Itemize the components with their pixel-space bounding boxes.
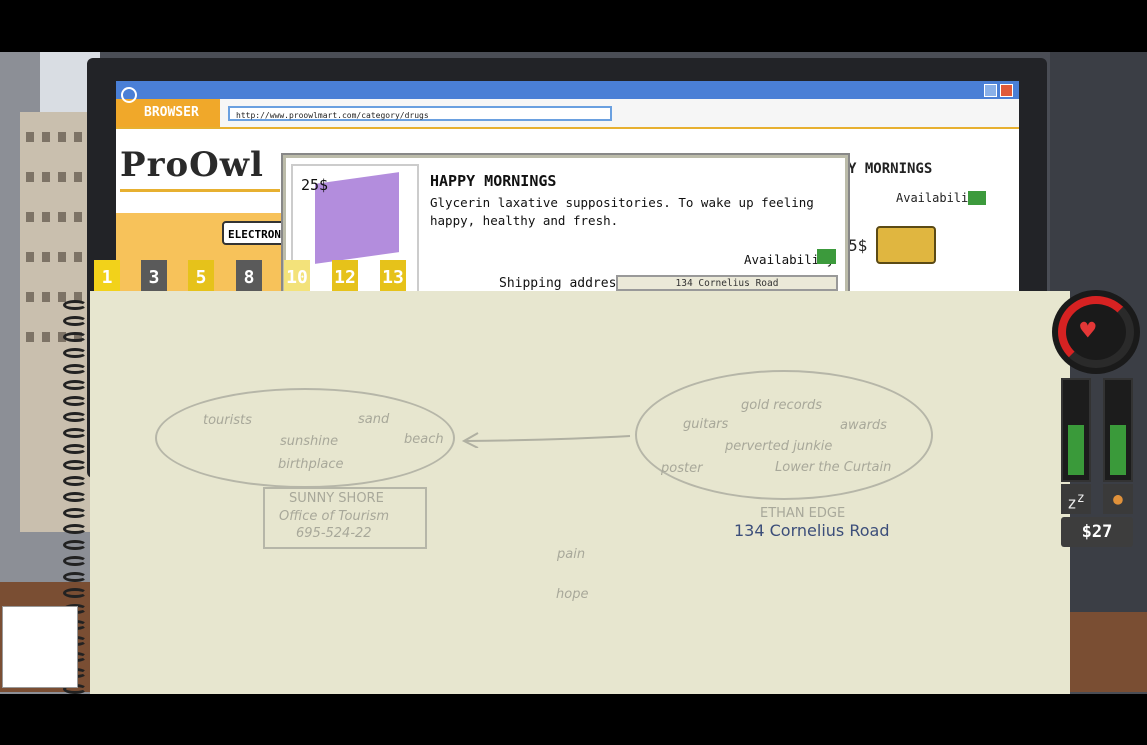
health-meter: ♥	[1052, 290, 1140, 374]
spiral-ring	[63, 412, 87, 422]
notebook-page	[90, 291, 1070, 694]
spiral-ring	[63, 588, 87, 598]
health-arc	[1058, 296, 1134, 368]
availability-icon	[817, 249, 836, 264]
person-name[interactable]: ETHAN EDGE	[760, 506, 845, 521]
shipping-address-field[interactable]: 134 Cornelius Road	[616, 275, 838, 291]
sleep-bar-fill	[1068, 425, 1084, 475]
spiral-ring	[63, 572, 87, 582]
stamp-logo	[2, 606, 78, 688]
zzz-icon: zz	[1061, 484, 1091, 514]
note-word[interactable]: beach	[404, 432, 444, 447]
spiral-ring	[63, 332, 87, 342]
spiral-ring	[63, 444, 87, 454]
spiral-ring	[63, 364, 87, 374]
bg-product-title: Y MORNINGS	[848, 161, 933, 177]
product-price: 25$	[301, 176, 329, 194]
spiral-ring	[63, 348, 87, 358]
memory-bubble-right	[635, 370, 933, 500]
spiral-ring	[63, 540, 87, 550]
person-address[interactable]: 134 Cornelius Road	[734, 521, 889, 540]
note-word[interactable]: birthplace	[278, 457, 344, 472]
heart-icon: ♥	[1080, 316, 1096, 346]
product-title: HAPPY MORNINGS	[430, 172, 557, 190]
tab-label: 12	[334, 267, 356, 288]
browser-icon	[121, 87, 137, 103]
note-word[interactable]: tourists	[203, 413, 252, 428]
spiral-ring	[63, 380, 87, 390]
food-bar-fill	[1110, 425, 1126, 475]
sleep-bar	[1061, 378, 1091, 482]
drumstick-icon: ●	[1103, 484, 1133, 514]
spiral-ring	[63, 300, 87, 310]
spiral-ring	[63, 460, 87, 470]
spiral-ring	[63, 476, 87, 486]
tab-label: 3	[148, 267, 160, 288]
desk-right	[1060, 612, 1147, 692]
address-bar[interactable]: http://www.proowlmart.com/category/drugs	[228, 106, 612, 121]
note-word[interactable]: hope	[556, 587, 588, 602]
note-word[interactable]: awards	[840, 418, 887, 433]
cart-icon[interactable]	[876, 226, 936, 264]
tab-label: 1	[101, 267, 113, 288]
card-line[interactable]: Office of Tourism	[279, 509, 389, 524]
category-button-electronics[interactable]: ELECTRON	[222, 221, 292, 245]
note-word[interactable]: sand	[358, 412, 389, 427]
spiral-ring	[63, 492, 87, 502]
proowl-logo[interactable]: ProOwl	[120, 145, 264, 185]
money-counter: $27	[1061, 517, 1133, 547]
note-word[interactable]: pain	[557, 547, 585, 562]
browser-badge-label: BROWSER	[144, 105, 199, 120]
browser-badge: BROWSER	[116, 99, 220, 127]
card-line[interactable]: SUNNY SHORE	[289, 491, 384, 506]
close-button[interactable]	[1000, 84, 1013, 97]
tab-label: 10	[286, 267, 308, 288]
note-word[interactable]: gold records	[741, 398, 822, 413]
spiral-ring	[63, 428, 87, 438]
note-word[interactable]: perverted junkie	[725, 439, 832, 454]
spiral-ring	[63, 316, 87, 326]
food-bar	[1103, 378, 1133, 482]
tab-label: 13	[382, 267, 404, 288]
note-word[interactable]: guitars	[683, 417, 728, 432]
product-popup: 25$ HAPPY MORNINGS Glycerin laxative sup…	[283, 155, 848, 300]
tab-label: 8	[243, 267, 255, 288]
tab-label: 5	[195, 267, 207, 288]
note-word[interactable]: sunshine	[280, 434, 338, 449]
product-description: Glycerin laxative suppositories. To wake…	[430, 195, 814, 228]
availability-icon	[968, 191, 986, 205]
arrow-connector	[461, 432, 631, 448]
spiral-ring	[63, 556, 87, 566]
shipping-label: Shipping address	[499, 276, 625, 291]
minimize-button[interactable]	[984, 84, 997, 97]
spiral-ring	[63, 524, 87, 534]
note-word[interactable]: poster	[661, 461, 702, 476]
logo-underline	[120, 189, 280, 192]
note-word[interactable]: Lower the Curtain	[775, 460, 891, 475]
spiral-ring	[63, 396, 87, 406]
card-line[interactable]: 695-524-22	[296, 526, 372, 541]
bg-price: 5$	[848, 236, 868, 255]
spiral-ring	[63, 508, 87, 518]
window-titlebar	[116, 81, 1019, 99]
